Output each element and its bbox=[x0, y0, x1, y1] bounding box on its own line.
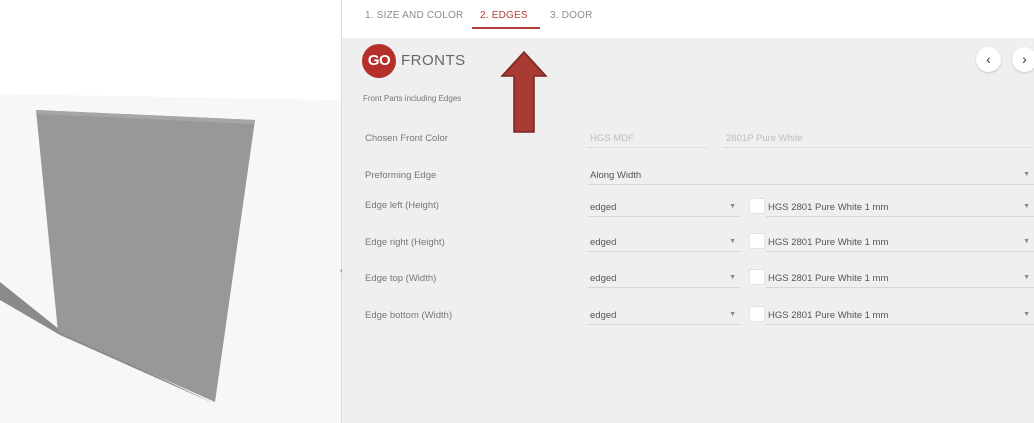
chevron-down-icon: ▼ bbox=[1023, 274, 1030, 281]
edge-top-color-swatch[interactable] bbox=[749, 269, 765, 285]
chevron-down-icon: ▼ bbox=[729, 238, 736, 245]
preforming-edge-label: Preforming Edge bbox=[365, 170, 437, 181]
chevron-down-icon: ▼ bbox=[1023, 203, 1030, 210]
edge-top-material-select[interactable]: HGS 2801 Pure White 1 mm ▼ bbox=[766, 268, 1034, 288]
chevron-down-icon: ▼ bbox=[729, 203, 736, 210]
active-tab-indicator bbox=[472, 27, 540, 29]
chevron-down-icon: ▼ bbox=[1023, 238, 1030, 245]
go-logo: GO bbox=[362, 44, 396, 78]
edge-bottom-label: Edge bottom (Width) bbox=[365, 310, 453, 321]
chosen-front-color-value: 2801P Pure White bbox=[724, 128, 1030, 148]
section-title: FRONTS bbox=[401, 52, 466, 69]
edge-bottom-type-select[interactable]: edged ▼ bbox=[588, 305, 740, 325]
edge-bottom-material-select[interactable]: HGS 2801 Pure White 1 mm ▼ bbox=[766, 305, 1034, 325]
tab-edges[interactable]: 2. EDGES bbox=[480, 10, 528, 21]
chevron-down-icon: ▼ bbox=[729, 311, 736, 318]
preforming-edge-select[interactable]: Along Width ▼ bbox=[588, 165, 1034, 185]
edge-bottom-color-swatch[interactable] bbox=[749, 306, 765, 322]
chevron-right-icon: › bbox=[1022, 51, 1027, 67]
section-subtitle: Front Parts including Edges bbox=[363, 94, 462, 103]
edge-left-type-select[interactable]: edged ▼ bbox=[588, 197, 740, 217]
edge-left-color-swatch[interactable] bbox=[749, 198, 765, 214]
tab-door[interactable]: 3. DOOR bbox=[550, 10, 593, 21]
edge-top-type-select[interactable]: edged ▼ bbox=[588, 268, 740, 288]
tab-size-and-color[interactable]: 1. SIZE AND COLOR bbox=[365, 10, 463, 21]
edge-top-label: Edge top (Width) bbox=[365, 273, 437, 284]
edge-right-type-select[interactable]: edged ▼ bbox=[588, 232, 740, 252]
chevron-down-icon: ▼ bbox=[729, 274, 736, 281]
edge-right-color-swatch[interactable] bbox=[749, 233, 765, 249]
3d-preview-viewport[interactable] bbox=[0, 0, 342, 423]
edge-right-label: Edge right (Height) bbox=[365, 237, 445, 248]
edge-right-material-select[interactable]: HGS 2801 Pure White 1 mm ▼ bbox=[766, 232, 1034, 252]
chosen-front-color-label: Chosen Front Color bbox=[365, 133, 448, 144]
next-button[interactable]: › bbox=[1012, 47, 1034, 72]
chosen-front-material: HGS MDF bbox=[588, 128, 708, 148]
chevron-down-icon: ▼ bbox=[1023, 171, 1030, 178]
chevron-left-icon: ‹ bbox=[986, 51, 991, 67]
previous-button[interactable]: ‹ bbox=[976, 47, 1001, 72]
up-arrow-annotation bbox=[500, 50, 548, 133]
front-panel-render bbox=[0, 94, 342, 423]
edge-left-material-select[interactable]: HGS 2801 Pure White 1 mm ▼ bbox=[766, 197, 1034, 217]
chevron-down-icon: ▼ bbox=[1023, 311, 1030, 318]
edge-left-label: Edge left (Height) bbox=[365, 200, 439, 211]
